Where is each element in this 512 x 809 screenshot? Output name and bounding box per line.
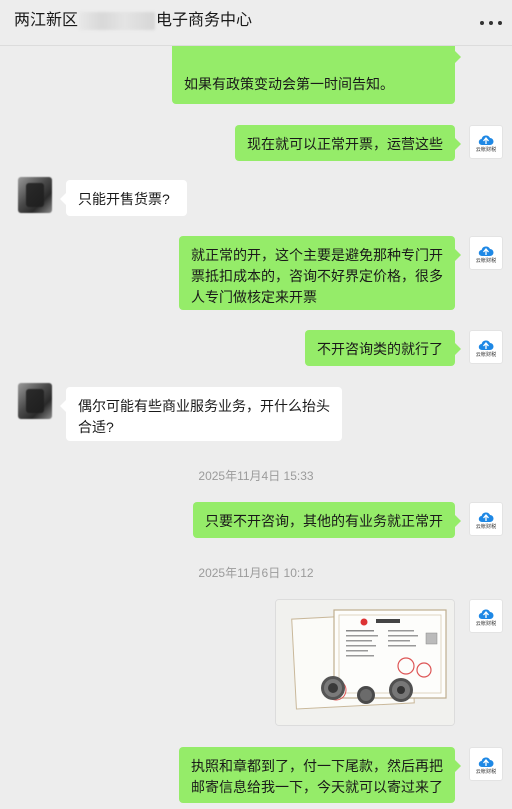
license-photo: [276, 600, 454, 725]
cloud-logo-icon: [478, 246, 494, 256]
message-bubble-outgoing[interactable]: 就正常的开，这个主要是避免那种专门开票抵扣成本的，咨询不好界定价格，很多人专门做…: [179, 236, 461, 310]
chat-title-prefix: 两江新区: [14, 12, 79, 29]
redacted-blur: [79, 12, 156, 30]
image-message-business-license[interactable]: [275, 599, 455, 726]
message-text: 如果有政策变动会第一时间告知。: [184, 76, 394, 92]
contact-avatar[interactable]: 云帐财税: [469, 125, 503, 159]
avatar-label: 云帐财税: [475, 768, 497, 774]
more-dots-icon[interactable]: [480, 14, 502, 32]
chat-area[interactable]: 如果有政策变动会第一时间告知。 现在就可以正常开票，运营这些 云帐财税 只能开售…: [0, 46, 512, 809]
avatar-label: 云帐财税: [475, 523, 497, 529]
sender-avatar[interactable]: [18, 383, 52, 419]
timestamp: 2025年11月6日 10:12: [198, 566, 314, 580]
avatar-label: 云帐财税: [475, 257, 497, 263]
contact-avatar[interactable]: 云帐财税: [469, 599, 503, 633]
cloud-logo-icon: [478, 757, 494, 767]
timestamp: 2025年11月4日 15:33: [198, 469, 314, 483]
message-bubble-incoming[interactable]: 只能开售货票?: [60, 180, 187, 216]
message-bubble-outgoing[interactable]: 执照和章都到了，付一下尾款，然后再把邮寄信息给我一下，今天就可以寄过来了: [179, 747, 461, 803]
message-text: 现在就可以正常开票，运营这些: [247, 136, 443, 152]
message-text: 执照和章都到了，付一下尾款，然后再把邮寄信息给我一下，今天就可以寄过来了: [191, 758, 443, 795]
chat-header: 两江新区 电子商务中心: [0, 0, 512, 46]
avatar-label: 云帐财税: [475, 146, 497, 152]
message-bubble-outgoing[interactable]: 如果有政策变动会第一时间告知。: [172, 46, 461, 104]
message-bubble-outgoing[interactable]: 只要不开咨询，其他的有业务就正常开: [193, 502, 461, 538]
contact-avatar[interactable]: 云帐财税: [469, 236, 503, 270]
message-bubble-incoming[interactable]: 偶尔可能有些商业服务业务，开什么抬头合适?: [60, 387, 342, 441]
cloud-logo-icon: [478, 340, 494, 350]
sender-avatar[interactable]: [18, 177, 52, 213]
cloud-logo-icon: [478, 135, 494, 145]
avatar-label: 云帐财税: [475, 351, 497, 357]
cloud-logo-icon: [478, 512, 494, 522]
message-text: 就正常的开，这个主要是避免那种专门开票抵扣成本的，咨询不好界定价格，很多人专门做…: [191, 247, 443, 305]
chat-title-suffix: 电子商务中心: [156, 12, 253, 29]
cloud-logo-icon: [478, 609, 494, 619]
message-text: 偶尔可能有些商业服务业务，开什么抬头合适?: [78, 398, 330, 435]
chat-title: 两江新区 电子商务中心: [14, 10, 252, 32]
message-bubble-outgoing[interactable]: 现在就可以正常开票，运营这些: [235, 125, 461, 161]
avatar-label: 云帐财税: [475, 620, 497, 626]
message-text: 只能开售货票?: [78, 191, 170, 207]
contact-avatar[interactable]: 云帐财税: [469, 747, 503, 781]
message-bubble-outgoing[interactable]: 不开咨询类的就行了: [305, 330, 461, 366]
message-text: 不开咨询类的就行了: [317, 341, 443, 357]
message-text: 只要不开咨询，其他的有业务就正常开: [205, 513, 443, 529]
contact-avatar[interactable]: 云帐财税: [469, 330, 503, 364]
contact-avatar[interactable]: 云帐财税: [469, 502, 503, 536]
